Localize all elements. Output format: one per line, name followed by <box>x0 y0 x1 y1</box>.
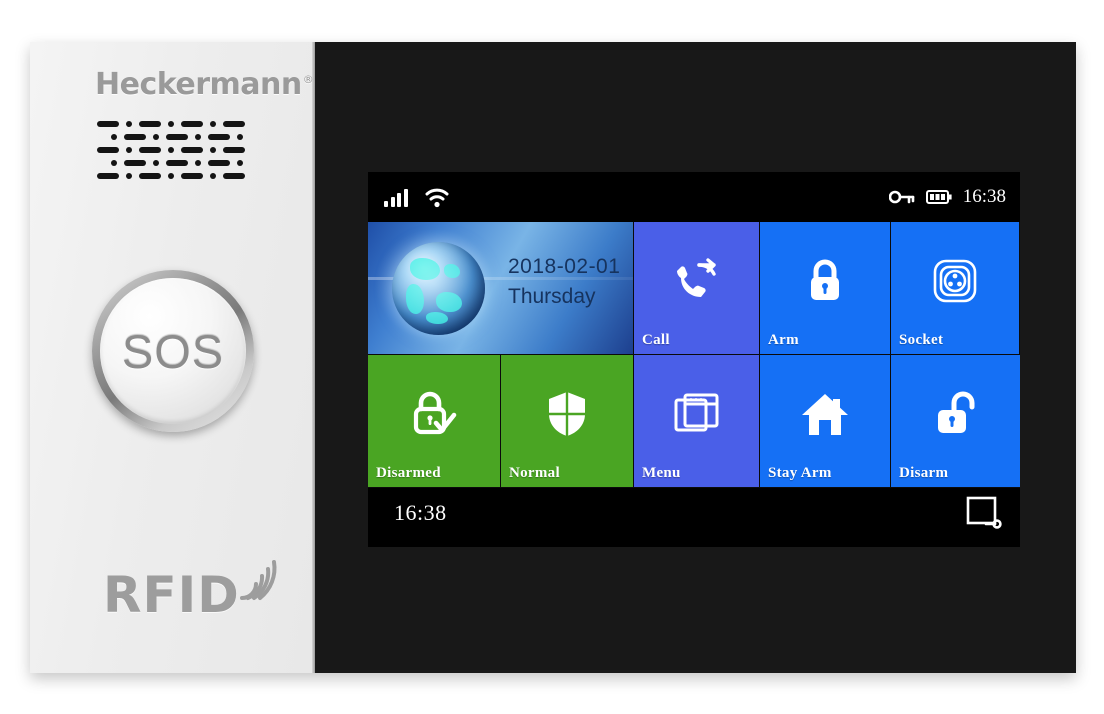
rfid-logo: RFID <box>103 558 282 620</box>
shield-icon <box>546 390 588 438</box>
tile-label: Stay Arm <box>768 465 832 481</box>
wifi-icon <box>424 187 450 208</box>
grille-row <box>97 143 272 156</box>
device-front-panel: Heckermann® SOS RFID <box>30 42 315 673</box>
grille-row <box>97 117 272 130</box>
grille-row <box>97 156 272 169</box>
rfid-label: RFID <box>103 566 240 624</box>
call-forward-icon <box>672 258 722 304</box>
date-display: 2018-02-01 Thursday <box>508 252 620 312</box>
key-icon <box>888 189 915 205</box>
brand-logo: Heckermann® <box>95 67 314 102</box>
tile-menu[interactable]: Menu <box>634 355 760 488</box>
screen-bezel: 16:38 2018-02-01 Thursday Call Arm Socke… <box>315 42 1076 673</box>
status-bar-right: 16:38 <box>888 186 1006 208</box>
signal-bars-icon <box>384 187 408 207</box>
sos-button-bezel: SOS <box>92 270 254 432</box>
power-socket-icon <box>932 258 978 304</box>
tile-label: Arm <box>768 332 799 348</box>
tile-stay-arm[interactable]: Stay Arm <box>760 355 891 488</box>
status-bar-time: 16:38 <box>962 186 1006 207</box>
weekday-value: Thursday <box>508 284 596 308</box>
lock-open-icon <box>932 390 980 438</box>
tile-arm[interactable]: Arm <box>760 222 891 355</box>
tile-normal[interactable]: Normal <box>501 355 634 488</box>
grille-row <box>97 169 272 182</box>
speaker-grille <box>97 117 272 185</box>
window-menu-icon <box>674 392 720 436</box>
lcd-screen: 16:38 2018-02-01 Thursday Call Arm Socke… <box>368 172 1020 547</box>
brand-name: Heckermann <box>95 67 302 102</box>
screen-key-icon[interactable] <box>966 496 1002 530</box>
sos-button-label: SOS <box>121 324 225 378</box>
rfid-waves-icon <box>236 558 282 604</box>
tile-socket[interactable]: Socket <box>891 222 1020 355</box>
tile-label: Call <box>642 332 670 348</box>
grille-row <box>97 130 272 143</box>
alarm-panel-device: Heckermann® SOS RFID 16:38 2018-02-01 Th… <box>30 42 1076 673</box>
tile-call[interactable]: Call <box>634 222 760 355</box>
tile-disarmed[interactable]: Disarmed <box>368 355 501 488</box>
house-icon <box>800 391 850 437</box>
lock-check-icon <box>409 390 459 438</box>
tile-label: Disarm <box>899 465 949 481</box>
battery-icon <box>925 190 952 204</box>
status-bar-left <box>384 187 450 208</box>
home-tile-grid: 2018-02-01 Thursday Call Arm Socket Disa… <box>368 222 1020 488</box>
tile-label: Socket <box>899 332 944 348</box>
tile-label: Normal <box>509 465 560 481</box>
tile-label: Menu <box>642 465 681 481</box>
bottom-bar: 16:38 <box>368 488 1020 538</box>
registered-mark: ® <box>302 73 314 86</box>
tile-disarm[interactable]: Disarm <box>891 355 1020 488</box>
globe-icon <box>392 242 485 335</box>
tile-date-widget[interactable]: 2018-02-01 Thursday <box>368 222 634 355</box>
status-bar: 16:38 <box>368 172 1020 222</box>
date-value: 2018-02-01 <box>508 255 621 278</box>
tile-label: Disarmed <box>376 465 441 481</box>
sos-button[interactable]: SOS <box>100 278 246 424</box>
lock-closed-icon <box>803 257 847 305</box>
bottom-bar-time: 16:38 <box>394 500 447 525</box>
